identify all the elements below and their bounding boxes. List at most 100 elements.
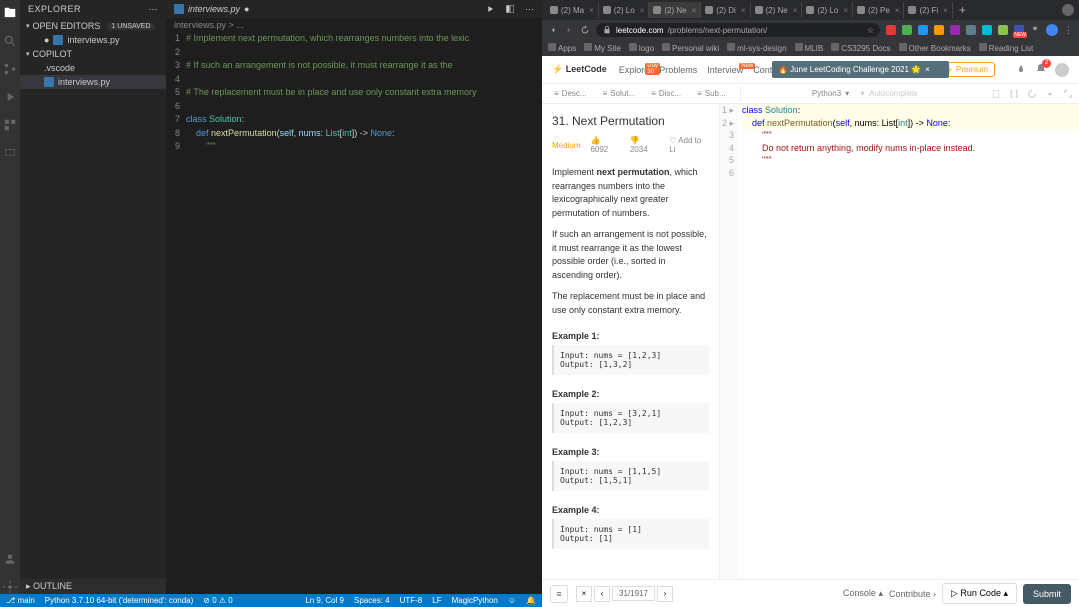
bookmark-item[interactable]: My Site <box>584 43 621 53</box>
extension-icon[interactable] <box>934 25 944 35</box>
problem-subtab[interactable]: ≡Solut... <box>597 87 642 100</box>
bookmark-item[interactable]: Other Bookmarks <box>899 43 971 53</box>
extension-icon[interactable] <box>886 25 896 35</box>
status-problems[interactable]: ⊘ 0 ⚠ 0 <box>203 596 232 605</box>
status-lang[interactable]: MagicPython <box>452 596 498 605</box>
menu-icon[interactable]: ⋮ <box>1064 25 1073 36</box>
browser-tab[interactable]: (2) Di× <box>701 2 750 18</box>
extension-icon[interactable] <box>950 25 960 35</box>
folder-item[interactable]: .vscode <box>20 61 166 75</box>
nav-link[interactable]: Problems <box>659 65 697 75</box>
copilot-section[interactable]: ▾COPILOT <box>20 47 166 61</box>
problems-list-button[interactable]: ≡ <box>550 585 568 603</box>
status-python[interactable]: Python 3.7.10 64-bit ('determined': cond… <box>45 596 193 605</box>
autocomplete-toggle[interactable]: ✦ Autocomplete <box>853 87 924 100</box>
problem-subtab[interactable]: ≡Sub... <box>691 87 732 100</box>
likes[interactable]: 👍 6092 <box>590 136 619 154</box>
extension-icon[interactable]: NEW <box>1014 25 1024 35</box>
challenge-banner[interactable]: 🔥 June LeetCoding Challenge 2021 🌟× <box>772 61 949 78</box>
system-icon[interactable] <box>1062 4 1074 16</box>
bookmark-item[interactable]: CS3295 Docs <box>831 43 890 53</box>
extensions-menu-icon[interactable] <box>1030 25 1040 35</box>
address-bar[interactable]: leetcode.com/problems/next-permutation/ … <box>596 23 880 37</box>
problem-subtab[interactable]: ≡Desc... <box>548 87 593 100</box>
gear-icon[interactable] <box>3 580 17 594</box>
bookmark-item[interactable]: Apps <box>548 43 576 53</box>
leetcode-logo[interactable]: ⚡ LeetCode <box>552 64 607 75</box>
extensions-icon[interactable] <box>3 118 17 132</box>
extension-icon[interactable] <box>998 25 1008 35</box>
browser-tab[interactable]: (2) Lo× <box>599 2 650 18</box>
add-to-list[interactable]: ♡ Add to Li <box>669 136 709 154</box>
contribute-link[interactable]: Contribute › <box>889 589 936 599</box>
language-selector[interactable]: Python3 ▾ <box>812 89 849 98</box>
extension-icon[interactable] <box>918 25 928 35</box>
debug-icon[interactable] <box>3 90 17 104</box>
next-button[interactable]: › <box>657 586 673 602</box>
open-editors-section[interactable]: ▾OPEN EDITORS1 UNSAVED <box>20 19 166 33</box>
run-icon[interactable] <box>485 4 495 14</box>
profile-icon[interactable] <box>1046 24 1058 36</box>
close-button[interactable]: × <box>576 586 592 602</box>
settings-icon[interactable] <box>1045 89 1055 99</box>
problem-subtab[interactable]: ≡Disc... <box>645 87 687 100</box>
extension-icon[interactable] <box>902 25 912 35</box>
code-editor[interactable]: 123456789 # Implement next permutation, … <box>166 32 542 594</box>
code-content[interactable]: class Solution: def nextPermutation(self… <box>738 104 1079 579</box>
avatar[interactable] <box>1055 63 1069 77</box>
search-icon[interactable] <box>3 34 17 48</box>
reset-icon[interactable] <box>1027 89 1037 99</box>
close-icon[interactable]: × <box>925 65 930 74</box>
notification-icon[interactable]: 2 <box>1035 63 1047 77</box>
feedback-icon[interactable]: ☺ <box>508 596 516 605</box>
remote-icon[interactable] <box>3 146 17 160</box>
bookmark-item[interactable]: logo <box>629 43 654 53</box>
notes-icon[interactable] <box>991 89 1001 99</box>
file-item[interactable]: interviews.py <box>20 75 166 89</box>
status-cursor[interactable]: Ln 9, Col 9 <box>305 596 344 605</box>
more-icon[interactable]: ⋯ <box>525 4 534 15</box>
back-icon[interactable] <box>548 25 558 35</box>
reload-icon[interactable] <box>580 25 590 35</box>
account-icon[interactable] <box>3 552 17 566</box>
streak-icon[interactable] <box>1015 64 1027 76</box>
nav-link[interactable]: ExploreDay 30 <box>619 65 650 75</box>
browser-tab[interactable]: (2) Ne× <box>649 2 701 18</box>
status-eol[interactable]: LF <box>432 596 441 605</box>
bookmark-item[interactable]: Reading List <box>979 43 1033 53</box>
code-content[interactable]: # Implement next permutation, which rear… <box>186 32 542 594</box>
brackets-icon[interactable] <box>1009 89 1019 99</box>
browser-tab[interactable]: (2) Pe× <box>853 2 904 18</box>
notifications-icon[interactable]: 🔔 <box>526 596 536 605</box>
editor-tab[interactable]: interviews.py● <box>166 2 257 16</box>
status-spaces[interactable]: Spaces: 4 <box>354 596 390 605</box>
nav-link[interactable]: InterviewNew <box>707 65 743 75</box>
source-control-icon[interactable] <box>3 62 17 76</box>
console-toggle[interactable]: Console ▴ <box>843 588 883 599</box>
browser-tab[interactable]: (2) Lo× <box>802 2 853 18</box>
browser-tab[interactable]: (2) Ma× <box>546 2 599 18</box>
bookmark-item[interactable]: MLIB <box>795 43 824 53</box>
status-encoding[interactable]: UTF-8 <box>400 596 423 605</box>
run-code-button[interactable]: ▷ Run Code ▴ <box>942 583 1017 604</box>
leetcode-editor[interactable]: 1 ▸2 ▸3456 class Solution: def nextPermu… <box>720 104 1079 579</box>
dislikes[interactable]: 👎 2034 <box>630 136 659 154</box>
explorer-icon[interactable] <box>3 6 17 20</box>
forward-icon[interactable] <box>564 25 574 35</box>
breadcrumb[interactable]: interviews.py > ... <box>166 18 542 32</box>
bookmark-item[interactable]: ml-sys-design <box>727 43 786 53</box>
open-editor-item[interactable]: ●interviews.py <box>20 33 166 47</box>
submit-button[interactable]: Submit <box>1023 584 1071 604</box>
status-branch[interactable]: ⎇ main <box>6 596 35 605</box>
extension-icon[interactable] <box>966 25 976 35</box>
split-icon[interactable] <box>505 4 515 14</box>
fullscreen-icon[interactable] <box>1063 89 1073 99</box>
prev-button[interactable]: ‹ <box>594 586 610 602</box>
star-icon[interactable]: ☆ <box>867 26 874 35</box>
extension-icon[interactable] <box>982 25 992 35</box>
new-tab-button[interactable]: + <box>953 3 972 17</box>
browser-tab[interactable]: (2) Fi× <box>904 2 952 18</box>
more-icon[interactable]: ⋯ <box>149 4 159 15</box>
browser-tab[interactable]: (2) Ne× <box>751 2 803 18</box>
bookmark-item[interactable]: Personal wiki <box>662 43 719 53</box>
